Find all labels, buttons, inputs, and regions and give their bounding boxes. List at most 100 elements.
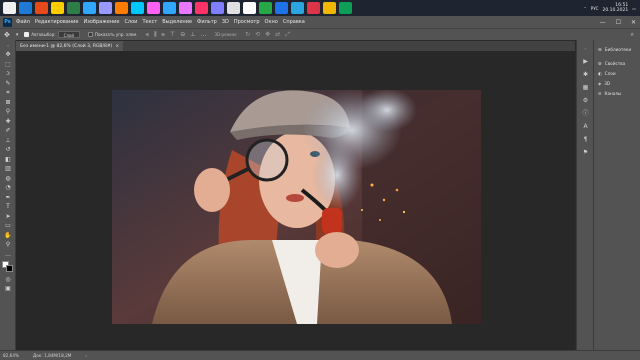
menu-item[interactable]: Просмотр <box>234 19 260 25</box>
taskbar-app-14-icon[interactable] <box>211 2 224 14</box>
3d-rotate-icon[interactable]: ↻ <box>245 31 250 39</box>
taskbar-app-12-icon[interactable] <box>179 2 192 14</box>
close-tab-icon[interactable]: × <box>115 44 119 49</box>
minimize-button[interactable]: — <box>600 19 606 26</box>
show-controls-checkbox[interactable] <box>87 32 93 37</box>
menu-item[interactable]: Изображение <box>83 19 119 25</box>
pen-tool-icon[interactable]: ✒ <box>2 194 14 202</box>
autoselect-checkbox[interactable] <box>24 32 30 37</box>
hand-tool-icon[interactable]: ✋ <box>2 232 14 240</box>
eraser-tool-icon[interactable]: ◧ <box>2 156 14 164</box>
info-icon[interactable]: ⓘ <box>580 110 591 118</box>
menu-item[interactable]: Окно <box>265 19 278 25</box>
3d-scale-icon[interactable]: ⤢ <box>285 31 290 39</box>
panel-grip[interactable]: « <box>580 45 591 53</box>
document-tab[interactable]: Без имени-1 @ 82,6% (Слой 3, RGB/8#) × <box>16 41 124 51</box>
taskbar-app-9-icon[interactable] <box>131 2 144 14</box>
taskbar-app-3-icon[interactable] <box>35 2 48 14</box>
taskbar-app-21-icon[interactable] <box>323 2 336 14</box>
more-options-icon[interactable]: … <box>200 31 206 39</box>
menu-item[interactable]: Выделение <box>162 19 192 25</box>
tray-arrow-icon[interactable]: ⌃ <box>583 6 586 11</box>
quick-selection-tool-icon[interactable]: ✎ <box>2 80 14 88</box>
dodge-tool-icon[interactable]: ◔ <box>2 184 14 192</box>
align-center-icon[interactable]: ⫼ <box>154 31 157 39</box>
panel-layers[interactable]: ◐ Слои <box>594 68 640 78</box>
toolbar-grip[interactable]: » <box>2 42 14 50</box>
align-bottom-icon[interactable]: ⊥ <box>190 31 195 39</box>
crop-tool-icon[interactable]: ⌗ <box>2 89 14 97</box>
adjustments-icon[interactable]: ✱ <box>580 71 591 79</box>
menu-item[interactable]: Справка <box>283 19 305 25</box>
3d-slide-icon[interactable]: ⇄ <box>275 31 280 39</box>
type-tool-icon[interactable]: T <box>2 203 14 211</box>
healing-brush-tool-icon[interactable]: ✚ <box>2 118 14 126</box>
align-top-icon[interactable]: ⊤ <box>170 31 175 39</box>
taskbar-app-10-icon[interactable] <box>147 2 160 14</box>
menu-item[interactable]: Фильтр <box>197 19 217 25</box>
taskbar-app-2-icon[interactable] <box>19 2 32 14</box>
screen-mode-icon[interactable]: ▣ <box>2 285 14 293</box>
3d-roll-icon[interactable]: ⟲ <box>255 31 260 39</box>
menu-item[interactable]: Слои <box>124 19 137 25</box>
taskbar-app-22-icon[interactable] <box>339 2 352 14</box>
frame-tool-icon[interactable]: ⊠ <box>2 99 14 107</box>
brush-tool-icon[interactable]: ✐ <box>2 127 14 135</box>
maximize-button[interactable]: ☐ <box>616 19 621 26</box>
zoom-level[interactable]: 82,64% <box>3 353 19 358</box>
move-tool-icon[interactable]: ✥ <box>2 51 14 59</box>
more-tools-icon[interactable]: … <box>2 251 14 259</box>
language-indicator[interactable]: РУС <box>591 6 599 11</box>
panel-libraries[interactable]: ☰ Библиотеки <box>594 44 640 54</box>
swatches-icon[interactable]: ▦ <box>580 84 591 92</box>
tool-preset-chevron-icon[interactable]: ▾ <box>16 32 19 38</box>
menu-item[interactable]: Файл <box>16 19 30 25</box>
menu-item[interactable]: Текст <box>142 19 157 25</box>
character-icon[interactable]: A <box>580 123 591 131</box>
notifications-icon[interactable]: ▭ <box>632 6 636 11</box>
eyedropper-tool-icon[interactable]: ⚲ <box>2 108 14 116</box>
document-image[interactable] <box>112 90 481 324</box>
taskbar-app-17-icon[interactable] <box>259 2 272 14</box>
panel-properties[interactable]: ⚙ Свойства <box>594 58 640 68</box>
marquee-tool-icon[interactable]: ⬚ <box>2 61 14 69</box>
taskbar-app-8-icon[interactable] <box>115 2 128 14</box>
history-brush-tool-icon[interactable]: ↺ <box>2 146 14 154</box>
clock[interactable]: 16:51 20.10.2021 <box>602 3 628 13</box>
taskbar-app-6-icon[interactable] <box>83 2 96 14</box>
menu-item[interactable]: 3D <box>222 19 229 25</box>
taskbar-app-4-icon[interactable] <box>51 2 64 14</box>
3d-pan-icon[interactable]: ✥ <box>265 31 270 39</box>
paragraph-icon[interactable]: ¶ <box>580 136 591 144</box>
panel-3d[interactable]: ◈ 3D <box>594 78 640 88</box>
move-tool-icon[interactable]: ✥ <box>4 31 10 39</box>
path-selection-tool-icon[interactable]: ➤ <box>2 213 14 221</box>
background-color-swatch[interactable] <box>6 265 13 272</box>
blur-tool-icon[interactable]: ◍ <box>2 175 14 183</box>
lasso-tool-icon[interactable]: ↄ <box>2 70 14 78</box>
taskbar-app-5-icon[interactable] <box>67 2 80 14</box>
zoom-tool-icon[interactable]: ⚲ <box>2 241 14 249</box>
panel-channels[interactable]: ≡ Каналы <box>594 88 640 98</box>
clone-stamp-tool-icon[interactable]: ⊥ <box>2 137 14 145</box>
menu-item[interactable]: Редактирование <box>35 19 79 25</box>
document-size[interactable]: Док: 1,84М/18,2М <box>33 353 71 358</box>
taskbar-app-15-icon[interactable] <box>227 2 240 14</box>
align-middle-icon[interactable]: ⊝ <box>180 31 185 39</box>
glyphs-icon[interactable]: ⚑ <box>580 149 591 157</box>
taskbar-app-7-icon[interactable] <box>99 2 112 14</box>
autoselect-select[interactable]: Слой <box>57 31 80 38</box>
close-button[interactable]: ✕ <box>631 19 636 26</box>
taskbar-app-1-icon[interactable] <box>3 2 16 14</box>
shape-tool-icon[interactable]: ▭ <box>2 222 14 230</box>
taskbar-app-18-icon[interactable] <box>275 2 288 14</box>
properties-icon[interactable]: ⚙ <box>580 97 591 105</box>
status-arrow-icon[interactable]: › <box>85 353 87 358</box>
align-left-icon[interactable]: ⫷ <box>145 31 148 39</box>
search-icon[interactable]: ⌕ <box>631 31 634 39</box>
taskbar-app-16-icon[interactable] <box>243 2 256 14</box>
taskbar-app-20-icon[interactable] <box>307 2 320 14</box>
history-icon[interactable]: ▶ <box>580 58 591 66</box>
taskbar-app-13-icon[interactable] <box>195 2 208 14</box>
taskbar-app-11-icon[interactable] <box>163 2 176 14</box>
